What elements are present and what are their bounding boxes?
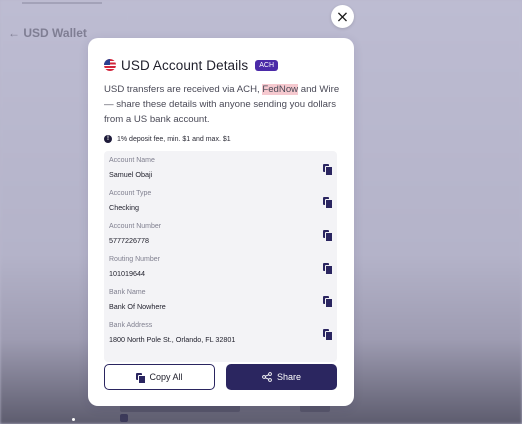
share-button[interactable]: Share (226, 364, 337, 390)
detail-value: 1800 North Pole St., Orlando, FL 32801 (109, 335, 236, 344)
detail-label: Bank Name (109, 289, 146, 296)
detail-row-bank-address: Bank Address 1800 North Pole St., Orland… (109, 322, 335, 352)
detail-value: Bank Of Nowhere (109, 302, 166, 311)
copy-icon[interactable] (323, 197, 333, 209)
copy-icon (136, 372, 147, 384)
modal-title: USD Account Details (121, 57, 249, 73)
account-details-modal: USD Account Details ACH USD transfers ar… (88, 38, 354, 406)
detail-value: Checking (109, 203, 139, 212)
close-button[interactable]: × (331, 5, 354, 28)
background-back-icon: ← (8, 26, 20, 40)
copy-all-button[interactable]: Copy All (104, 364, 215, 390)
detail-label: Account Type (109, 190, 152, 197)
detail-row-account-name: Account Name Samuel Obaji (109, 157, 335, 187)
account-details-list: Account Name Samuel Obaji Account Type C… (104, 151, 337, 362)
detail-label: Bank Address (109, 322, 153, 329)
detail-label: Account Name (109, 157, 155, 164)
copy-icon[interactable] (323, 329, 333, 341)
detail-value: 5777226778 (109, 236, 149, 245)
copy-all-label: Copy All (149, 372, 183, 382)
copy-icon[interactable] (323, 164, 333, 176)
modal-description: USD transfers are received via ACH, FedN… (104, 84, 340, 125)
fee-note: ! 1% deposit fee, min. $1 and max. $1 (104, 135, 231, 143)
share-icon (262, 372, 272, 382)
detail-label: Account Number (109, 223, 162, 230)
copy-icon[interactable] (323, 263, 333, 275)
detail-row-bank-name: Bank Name Bank Of Nowhere (109, 289, 335, 319)
close-icon: × (335, 6, 350, 26)
info-icon: ! (104, 135, 112, 143)
background-list-icon (120, 414, 128, 422)
detail-row-account-number: Account Number 5777226778 (109, 223, 335, 253)
background-page-title: ← USD Wallet (8, 26, 87, 40)
detail-row-routing-number: Routing Number 101019644 (109, 256, 335, 286)
cursor-dot (72, 418, 75, 421)
detail-label: Routing Number (109, 256, 160, 263)
modal-header: USD Account Details ACH (104, 56, 278, 74)
share-label: Share (276, 372, 302, 382)
fednow-highlight: FedNow (262, 84, 299, 95)
copy-icon[interactable] (323, 296, 333, 308)
detail-value: Samuel Obaji (109, 170, 153, 179)
us-flag-icon (104, 59, 116, 71)
detail-row-account-type: Account Type Checking (109, 190, 335, 220)
detail-value: 101019644 (109, 269, 145, 278)
copy-icon[interactable] (323, 230, 333, 242)
ach-badge: ACH (255, 59, 278, 71)
background-top-bar (22, 2, 102, 4)
